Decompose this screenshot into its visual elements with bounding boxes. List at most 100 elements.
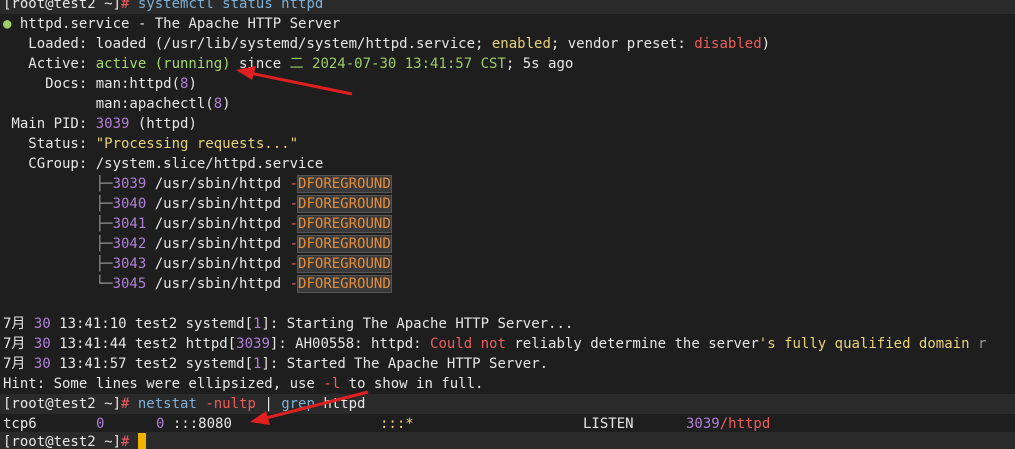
command-option: -nultp [205,396,256,412]
flag-dash: - [289,236,299,252]
process-pid: 3045 [112,276,147,292]
log-day: 30 [25,356,60,372]
flag-dash: - [289,196,299,212]
netstat-row: tcp6 [3,414,37,434]
log-line: 7月 30 13:41:44 test2 httpd[3039]: AH0055… [3,334,986,354]
process-cmd: /usr/sbin/httpd [146,196,290,212]
program: 3039/httpd [686,414,770,434]
prompt: [root@test2 ~] [3,434,122,449]
vendor-preset-label: ; vendor preset: [550,36,695,52]
state: LISTEN [583,414,634,434]
log-pid: 3039 [236,336,270,352]
process-row: └─3045 /usr/sbin/httpd -DFOREGROUND [3,274,392,294]
docs-line: Docs: man:httpd(8) [3,74,197,94]
log-time: 13:41:57 [59,356,127,372]
command-netstat: netstat [129,396,206,412]
recv-q: 0 [96,414,104,434]
close-paren: ) [761,36,771,52]
loaded-path: loaded (/usr/lib/systemd/system/httpd.se… [95,36,492,52]
process-flag: DFOREGROUND [297,175,392,193]
tree-branch: └─ [3,276,113,292]
hint-flag: -l [323,376,341,392]
docs-section-2: 8 [213,96,223,112]
hint-line: Hint: Some lines were ellipsized, use -l… [3,374,483,394]
process-flag: DFOREGROUND [297,255,392,273]
prompt-line-1: [root@test2 ~]# systemctl status httpd [3,0,323,14]
flag-dash: - [289,176,299,192]
process-flag: DFOREGROUND [297,235,392,253]
flag-dash: - [289,216,299,232]
log-month: 7月 [3,336,26,352]
tree-branch: ├─ [3,236,113,252]
service-title: httpd.service - The Apache HTTP Server [11,16,341,32]
prompt-line-3[interactable]: [root@test2 ~]# [3,432,146,449]
process-row: ├─3043 /usr/sbin/httpd -DFOREGROUND [3,254,392,274]
pipe: | [255,396,282,412]
process-pid: 3040 [112,196,147,212]
flag-dash: - [289,276,299,292]
status-label: Status: [3,136,96,152]
log-quoted: 's fully qualified domain [758,336,978,352]
local-address: :::8080 [172,416,232,432]
process-pid: 3039 [112,176,147,192]
docs-paren: ) [188,76,197,92]
terminal-window[interactable]: [root@test2 ~]# systemctl status httpd ●… [0,0,1015,449]
cgroup-line: CGroup: /system.slice/httpd.service [3,154,323,174]
tree-branch: ├─ [3,256,113,272]
log-line: 7月 30 13:41:10 test2 systemd[1]: Startin… [3,314,573,334]
docs-link-httpd[interactable]: man:httpd( [96,76,180,92]
status-line: Status: "Processing requests..." [3,134,298,154]
cgroup-path: /system.slice/httpd.service [95,156,324,172]
foreign-address: :::* [380,416,414,432]
active-label: Active: [3,56,96,72]
hint-text-2: to show in full. [340,376,484,392]
process-row: ├─3042 /usr/sbin/httpd -DFOREGROUND [3,234,392,254]
prompt-line-2: [root@test2 ~]# netstat -nultp | grep ht… [3,394,365,414]
tree-branch: ├─ [3,216,113,232]
docs-link-apachectl[interactable]: man:apachectl( [96,96,214,112]
log-message: ]: Started The Apache HTTP Server. [261,356,549,372]
tree-branch: ├─ [3,196,113,212]
prompt: [root@test2 ~] [3,0,122,12]
active-status: active (running) [95,56,231,72]
log-month: 7月 [3,316,26,332]
highlight-row [0,432,1015,449]
recv-q-value: 0 [96,416,105,432]
process-flag: DFOREGROUND [297,195,392,213]
flag-dash: - [289,256,299,272]
send-q: 0 :::8080 [156,414,232,434]
log-host: test2 systemd[ [126,316,254,332]
program-name: /httpd [719,416,771,432]
process-pid: 3041 [112,216,147,232]
main-pid-line: Main PID: 3039 (httpd) [3,114,196,134]
command-text: systemctl status httpd [137,0,324,12]
log-error: Could not [430,336,506,352]
loaded-label: Loaded: [3,36,96,52]
ago-text: ; 5s ago [505,56,574,72]
docs-label: Docs: [3,76,96,92]
cgroup-label: CGroup: [3,156,96,172]
process-flag: DFOREGROUND [297,275,392,293]
text-cursor[interactable] [137,433,146,449]
prompt-hash: # [121,434,130,449]
log-day: 30 [25,336,60,352]
log-month: 7月 [3,356,26,372]
log-time: 13:41:10 [59,316,127,332]
docs-line-2: man:apachectl(8) [3,94,231,114]
process-row: ├─3040 /usr/sbin/httpd -DFOREGROUND [3,194,392,214]
process-cmd: /usr/sbin/httpd [146,176,290,192]
process-cmd: /usr/sbin/httpd [146,216,290,232]
loaded-line: Loaded: loaded (/usr/lib/systemd/system/… [3,34,770,54]
log-time: 13:41:44 [59,336,127,352]
command-arg: httpd [314,396,366,412]
process-pid: 3043 [112,256,147,272]
since-timestamp: 二 2024-07-30 13:41:57 CST [289,56,506,72]
send-q-value: 0 [156,416,165,432]
log-message: ]: AH00558: httpd: [269,336,431,352]
prompt-hash: # [121,0,130,12]
main-pid-label: Main PID: [3,116,96,132]
main-pid-value: 3039 [95,116,130,132]
process-cmd: /usr/sbin/httpd [146,276,290,292]
tree-branch: ├─ [3,176,113,192]
